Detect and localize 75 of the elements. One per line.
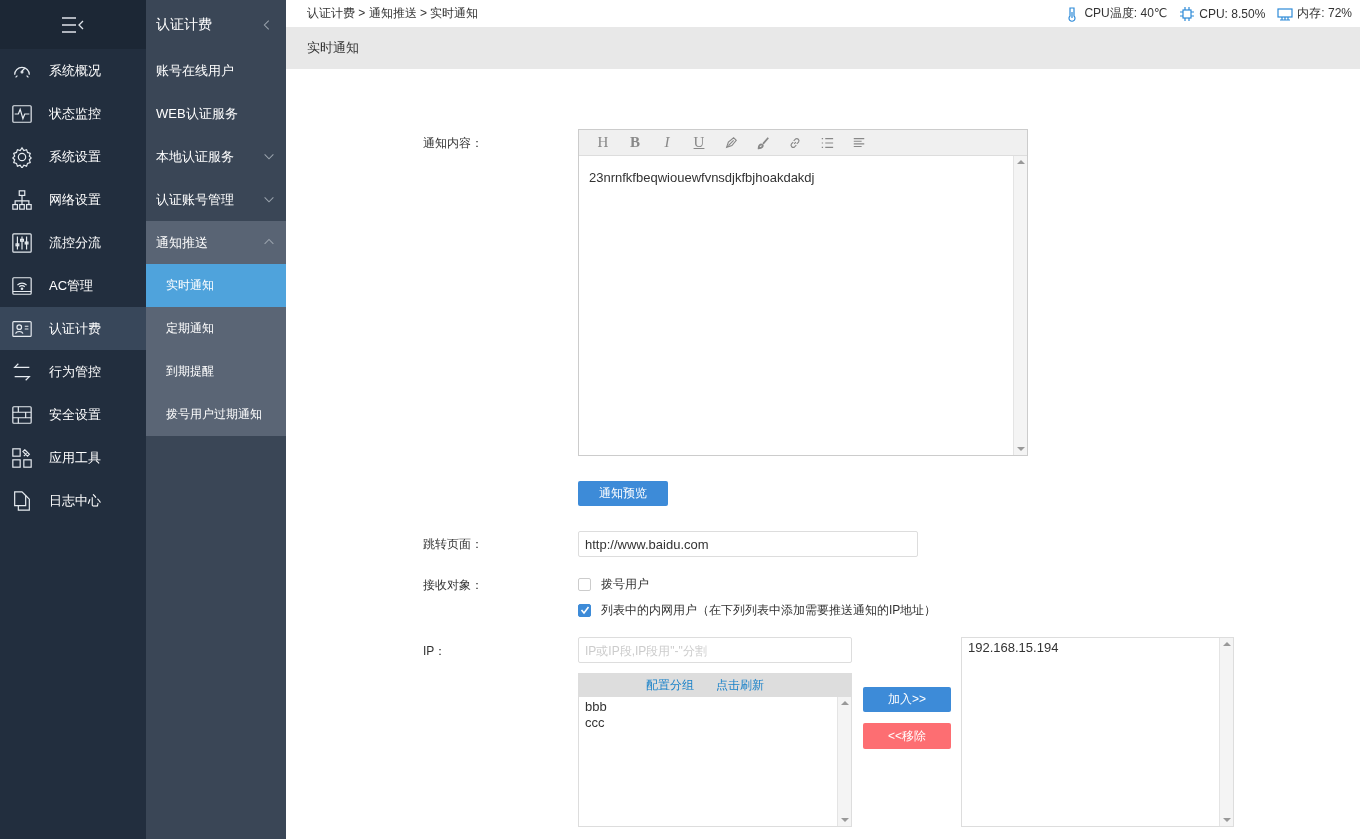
submenu-group[interactable]: 认证账号管理 [146,178,286,221]
checkbox-label: 列表中的内网用户（在下列列表中添加需要推送通知的IP地址） [601,601,937,619]
sidebar-item[interactable]: 应用工具 [0,436,146,479]
sidebar-item[interactable]: AC管理 [0,264,146,307]
breadcrumb: 认证计费 > 通知推送 > 实时通知 [307,5,479,22]
sidebar-item[interactable]: 认证计费 [0,307,146,350]
sidebar-item[interactable]: 系统概况 [0,49,146,92]
submenu-title: 认证计费 [156,15,212,34]
sidebar-label: 日志中心 [49,491,101,510]
sidebar-item[interactable]: 安全设置 [0,393,146,436]
network-icon [11,188,33,211]
submenu-item[interactable]: 到期提醒 [146,350,286,393]
field-label: 通知内容： [423,135,484,152]
menu-collapse-icon[interactable] [61,15,85,34]
sidebar-item[interactable]: 系统设置 [0,135,146,178]
submenu-label: 通知推送 [156,233,208,252]
checkbox-label: 拨号用户 [601,575,649,593]
group-item[interactable]: ccc [585,715,831,731]
sidebar-label: AC管理 [49,276,94,295]
editor-text: 23nrnfkfbeqwiouewfvnsdjkfbjhoakdakdj [588,169,816,187]
submenu-item[interactable]: 拨号用户过期通知 [146,393,286,436]
sidebar-label: 流控分流 [49,233,101,252]
status-reading: CPU温度: 40℃ [1084,5,1168,22]
sidebar-label: 状态监控 [49,104,101,123]
pen-icon [724,135,738,150]
settings-icon [11,145,33,168]
sidebar-label: 网络设置 [49,190,101,209]
submenu-group[interactable]: 本地认证服务 [146,135,286,178]
sidebar-label: 系统概况 [49,61,101,80]
brush-icon [756,135,770,150]
sidebar-item[interactable]: 状态监控 [0,92,146,135]
document-icon [11,489,33,512]
apps-icon [11,446,33,469]
scrollbar[interactable] [1219,638,1233,826]
ip-item[interactable]: 192.168.15.194 [968,640,1213,656]
scrollbar[interactable] [1013,156,1027,455]
brick-wall-icon [11,403,33,426]
scrollbar[interactable] [837,697,851,826]
submenu-item[interactable]: 定期通知 [146,307,286,350]
group-item[interactable]: bbb [585,699,831,715]
sidebar-label: 应用工具 [49,448,101,467]
add-button[interactable]: 加入>> [863,687,951,712]
list-icon [820,135,834,150]
preview-button[interactable]: 通知预览 [578,481,668,506]
sidebar-label: 安全设置 [49,405,101,424]
align-left-icon [852,135,866,150]
sidebar-item[interactable]: 网络设置 [0,178,146,221]
sidebar-item[interactable]: 日志中心 [0,479,146,522]
monitor-icon [1277,5,1294,22]
submenu-group[interactable]: 通知推送 [146,221,286,264]
checkbox[interactable] [578,603,591,617]
sidebar-item[interactable]: 行为管控 [0,350,146,393]
field-label: 接收对象： [423,577,484,594]
submenu-label: 认证账号管理 [156,190,234,209]
sidebar-item[interactable]: 流控分流 [0,221,146,264]
chip-icon [1179,5,1196,22]
submenu-label: 本地认证服务 [156,147,234,166]
pulse-icon [11,102,33,125]
wifi-icon [11,274,33,297]
sliders-icon [11,231,33,254]
sidebar-label: 认证计费 [49,319,101,338]
status-reading: CPU: 8.50% [1199,6,1266,21]
page-title: 实时通知 [286,27,1360,69]
url-field[interactable]: http://www.baidu.com [578,531,918,557]
sidebar-label: 行为管控 [49,362,101,381]
status-reading: 内存: 72% [1297,5,1352,22]
submenu-item[interactable]: WEB认证服务 [146,92,286,135]
submenu-item[interactable]: 账号在线用户 [146,49,286,92]
rich-text-editor[interactable]: H B I U 23nrnfkfbeqwiouewfvnsdjkfbjhoakdakdj [578,129,1028,456]
sidebar-label: 系统设置 [49,147,101,166]
checkbox[interactable] [578,577,591,591]
link-icon [788,135,802,150]
checkmark-icon [579,605,590,615]
field-label: 跳转页面： [423,535,484,553]
field-label: IP： [423,643,448,660]
